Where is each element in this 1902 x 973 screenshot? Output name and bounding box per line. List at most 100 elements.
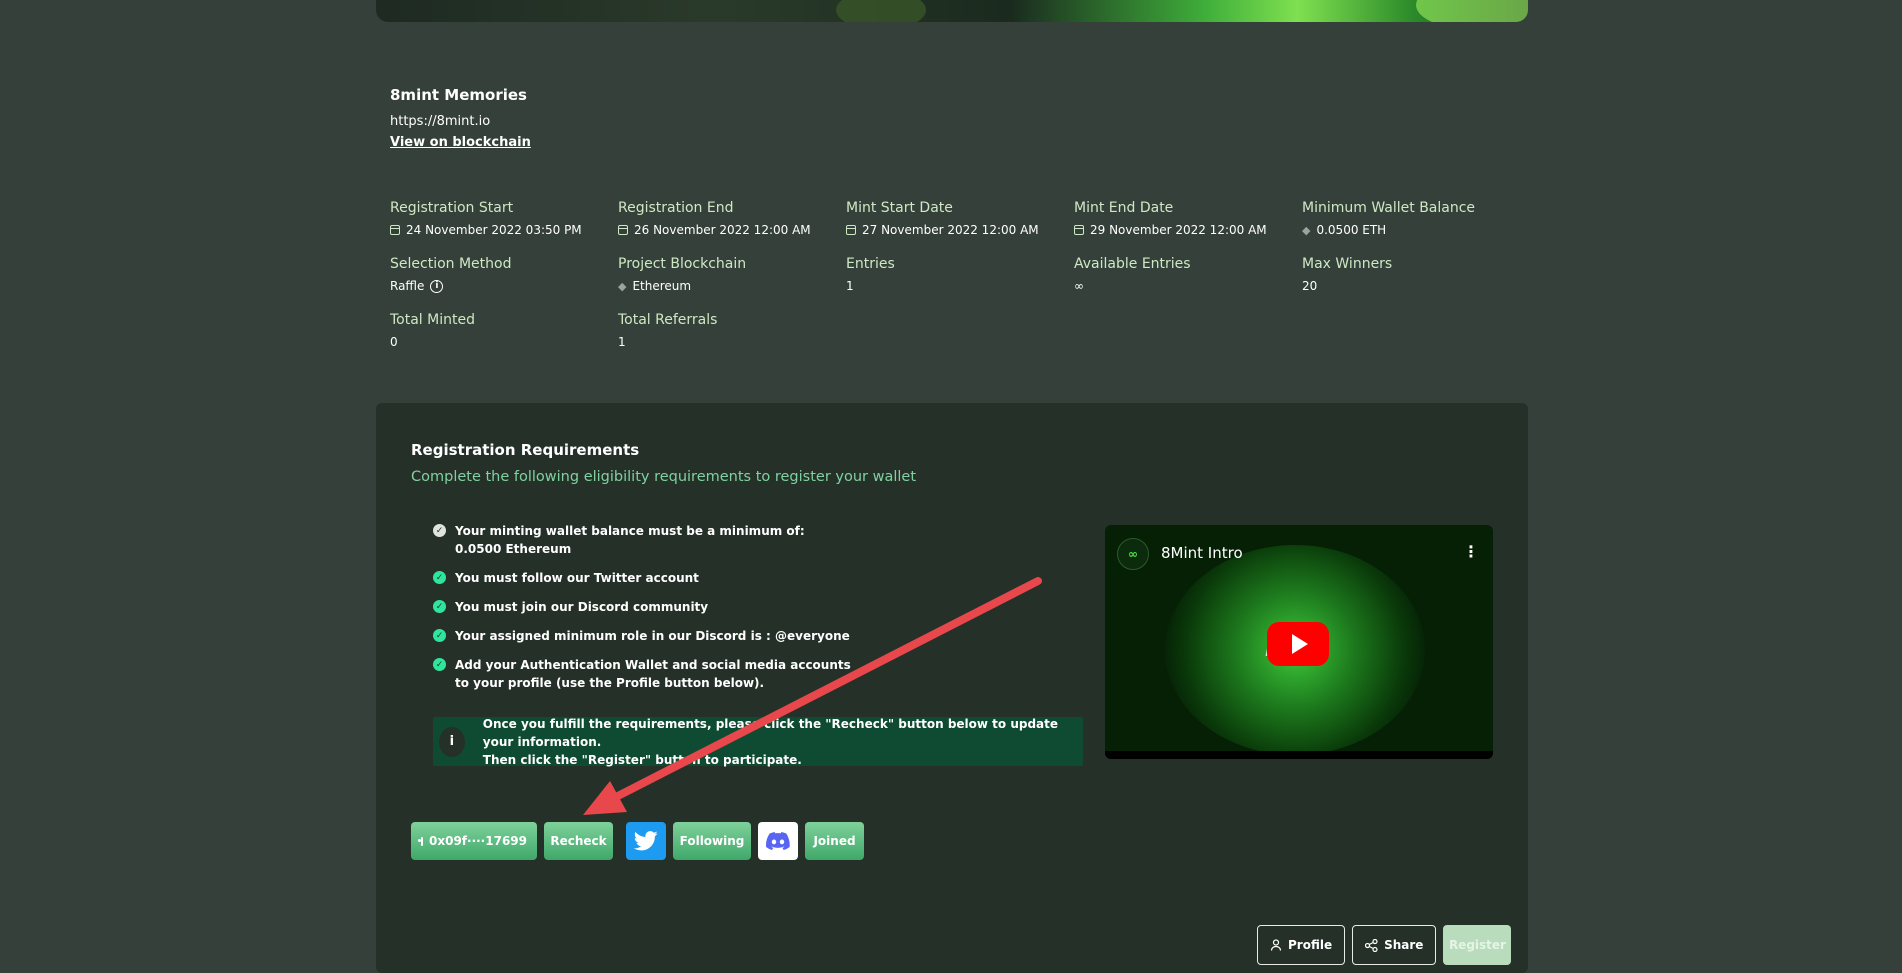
stat-label: Max Winners — [1302, 256, 1393, 272]
requirements-title: Registration Requirements — [411, 441, 640, 459]
list-item: ✓ Add your Authentication Wallet and soci… — [433, 656, 853, 692]
stat-entries: Entries 1 — [846, 256, 1074, 293]
requirement-text: Your minting wallet balance must be a mi… — [455, 524, 805, 556]
stat-value: Raffle — [390, 279, 425, 293]
calendar-icon — [618, 225, 628, 235]
project-url[interactable]: https://8mint.io — [390, 114, 1520, 129]
project-banner — [376, 0, 1528, 22]
twitter-status: Following — [679, 834, 745, 848]
stat-value: 20 — [1302, 279, 1318, 293]
video-title[interactable]: 8Mint Intro — [1161, 544, 1243, 562]
stat-label: Total Referrals — [618, 312, 718, 328]
stat-value: 1 — [846, 279, 854, 293]
stat-label: Entries — [846, 256, 895, 272]
stat-value: 0 — [390, 335, 398, 349]
stat-value: 29 November 2022 12:00 AM — [1090, 223, 1267, 237]
stat-selection-method: Selection Method Raffle i — [390, 256, 618, 293]
stat-registration-start: Registration Start 24 November 2022 03:5… — [390, 200, 618, 237]
register-label: Register — [1448, 938, 1506, 952]
user-icon — [1270, 939, 1282, 951]
stat-registration-end: Registration End 26 November 2022 12:00 … — [618, 200, 846, 237]
discord-icon[interactable] — [758, 822, 798, 860]
requirement-text: Your assigned minimum role in our Discor… — [455, 629, 850, 643]
project-title: 8mint Memories — [390, 86, 527, 104]
check-icon: ✓ — [433, 629, 446, 642]
stat-label: Minimum Wallet Balance — [1302, 200, 1476, 216]
list-item: ✓ Your minting wallet balance must be a m… — [433, 522, 853, 558]
stat-label: Mint End Date — [1074, 200, 1174, 216]
calendar-icon — [390, 225, 400, 235]
stat-label: Available Entries — [1074, 256, 1191, 272]
requirements-list: ✓ Your minting wallet balance must be a m… — [433, 522, 853, 703]
ethereum-icon: ◆ — [618, 279, 627, 293]
video-progress-bar — [1105, 751, 1493, 759]
calendar-icon — [846, 225, 856, 235]
recheck-label: Recheck — [550, 834, 607, 848]
info-icon: i — [439, 726, 465, 757]
stat-value: 27 November 2022 12:00 AM — [862, 223, 1039, 237]
stat-mint-end: Mint End Date 29 November 2022 12:00 AM — [1074, 200, 1302, 237]
stat-label: Selection Method — [390, 256, 512, 272]
video-embed[interactable]: NT ∞ 8Mint Intro ⋮ — [1105, 525, 1493, 759]
stat-label: Project Blockchain — [618, 256, 747, 272]
stat-label: Registration End — [618, 200, 734, 216]
verification-buttons: 0x09f····17699 Recheck Following Joined — [411, 822, 864, 860]
stat-available-entries: Available Entries ∞ — [1074, 256, 1302, 293]
banner-art — [836, 0, 926, 22]
project-stats: Registration Start 24 November 2022 03:5… — [390, 200, 1530, 349]
channel-logo-icon[interactable]: ∞ — [1117, 538, 1149, 570]
list-item: ✓ You must join our Discord community — [433, 598, 853, 616]
stat-min-wallet-balance: Minimum Wallet Balance ◆ 0.0500 ETH — [1302, 200, 1530, 237]
stat-value: ∞ — [1074, 279, 1084, 293]
check-icon: ✓ — [433, 524, 446, 537]
stat-project-blockchain: Project Blockchain ◆ Ethereum — [618, 256, 846, 293]
recheck-notice: i Once you fulfill the requirements, ple… — [433, 716, 1083, 767]
requirements-subtitle: Complete the following eligibility requi… — [411, 469, 917, 485]
view-on-blockchain-link[interactable]: View on blockchain — [390, 135, 1520, 150]
requirement-text: You must join our Discord community — [455, 600, 709, 614]
twitter-icon[interactable] — [626, 822, 666, 860]
share-icon — [1365, 938, 1378, 952]
share-button[interactable]: Share — [1352, 925, 1437, 965]
stat-total-minted: Total Minted 0 — [390, 312, 618, 349]
requirement-text: Add your Authentication Wallet and socia… — [455, 658, 851, 690]
stat-value: Ethereum — [632, 279, 692, 293]
stat-mint-start: Mint Start Date 27 November 2022 12:00 A… — [846, 200, 1074, 237]
stat-value: 0.0500 ETH — [1316, 223, 1387, 237]
project-info: 8mint Memories https://8mint.io View on … — [390, 86, 1520, 150]
wallet-address-button[interactable]: 0x09f····17699 — [411, 822, 537, 860]
profile-button[interactable]: Profile — [1257, 925, 1346, 965]
discord-status: Joined — [813, 834, 856, 848]
ethereum-icon: ◆ — [1302, 223, 1311, 237]
notice-line-2: Then click the "Register" button to part… — [482, 752, 802, 767]
twitter-following-button[interactable]: Following — [673, 822, 751, 860]
stat-label: Mint Start Date — [846, 200, 953, 216]
stat-total-referrals: Total Referrals 1 — [618, 312, 846, 349]
notice-line-1: Once you fulfill the requirements, pleas… — [482, 716, 1059, 749]
profile-label: Profile — [1288, 938, 1333, 952]
stat-value: 26 November 2022 12:00 AM — [634, 223, 811, 237]
check-icon: ✓ — [433, 571, 446, 584]
wallet-icon — [418, 836, 423, 846]
stat-value: 24 November 2022 03:50 PM — [406, 223, 582, 237]
calendar-icon — [1074, 225, 1084, 235]
share-label: Share — [1384, 938, 1424, 952]
info-icon[interactable]: i — [430, 279, 444, 293]
recheck-button[interactable]: Recheck — [544, 822, 613, 860]
stat-max-winners: Max Winners 20 — [1302, 256, 1530, 293]
check-icon: ✓ — [433, 658, 446, 671]
list-item: ✓ Your assigned minimum role in our Disco… — [433, 627, 853, 645]
wallet-address: 0x09f····17699 — [429, 834, 527, 848]
requirement-text: You must follow our Twitter account — [455, 571, 699, 585]
discord-joined-button[interactable]: Joined — [805, 822, 864, 860]
play-button[interactable] — [1267, 622, 1329, 666]
banner-art-glow — [1416, 0, 1528, 22]
register-button[interactable]: Register — [1443, 925, 1512, 965]
registration-requirements-panel: Registration Requirements Complete the f… — [376, 403, 1528, 973]
more-vertical-icon[interactable]: ⋮ — [1463, 542, 1479, 561]
check-icon: ✓ — [433, 600, 446, 613]
stat-label: Total Minted — [390, 312, 475, 328]
stat-label: Registration Start — [390, 200, 514, 216]
list-item: ✓ You must follow our Twitter account — [433, 569, 853, 587]
action-buttons: Profile Share Register — [1257, 925, 1512, 965]
